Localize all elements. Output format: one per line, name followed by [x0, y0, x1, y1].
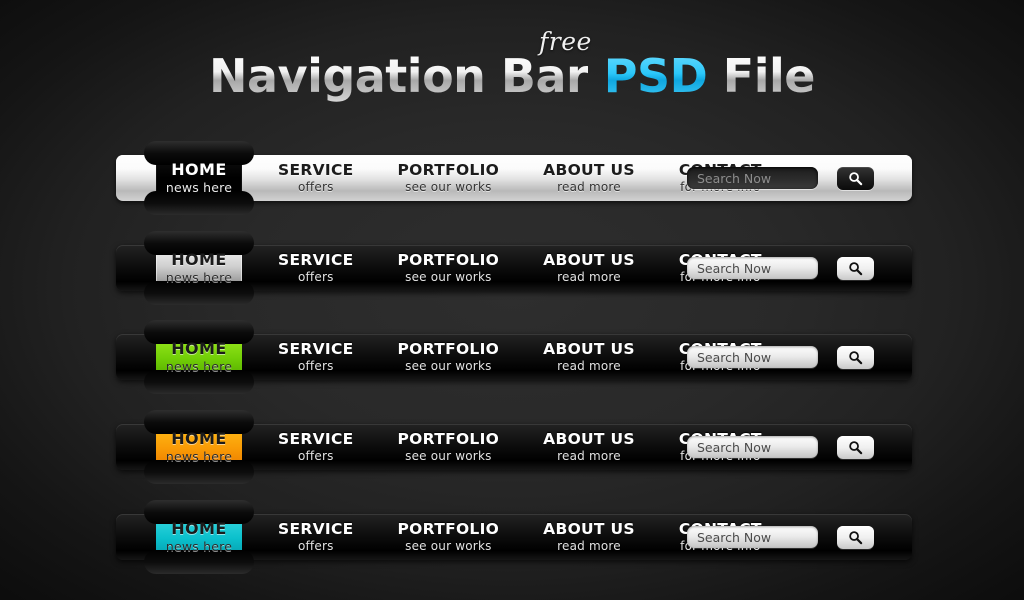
- search-button[interactable]: [837, 345, 874, 369]
- search-input[interactable]: [687, 526, 818, 548]
- menu-item-about-us[interactable]: ABOUT US read more: [521, 334, 657, 380]
- search-button[interactable]: [837, 525, 874, 549]
- sidebar-item-home-active[interactable]: HOME news here: [144, 320, 254, 394]
- search-area: [687, 514, 874, 560]
- menu-item-title: PORTFOLIO: [397, 250, 500, 269]
- menu-item-subtitle: offers: [297, 448, 334, 463]
- tab-home-title: HOME: [171, 249, 227, 269]
- menu-item-subtitle: offers: [297, 358, 334, 373]
- menu-item-subtitle: see our works: [405, 358, 492, 373]
- page-title-area: Navigation Bar PSD File free: [0, 27, 1024, 118]
- sidebar-item-home-active[interactable]: HOME news here: [144, 500, 254, 574]
- search-area: [687, 424, 874, 470]
- menu-item-title: ABOUT US: [543, 339, 635, 358]
- search-button[interactable]: [837, 256, 874, 280]
- search-input[interactable]: [687, 436, 818, 458]
- menu-item-title: ABOUT US: [543, 429, 635, 448]
- menu-item-portfolio[interactable]: PORTFOLIO see our works: [376, 424, 522, 470]
- title-main-part1: Navigation Bar: [209, 49, 589, 103]
- search-icon: [849, 530, 863, 544]
- navbar-dark-silver-tab[interactable]: HOME news here SERVICE offers PORTFOLIO …: [116, 231, 912, 305]
- tab-home-subtitle: news here: [165, 179, 233, 195]
- search-input[interactable]: [687, 257, 818, 279]
- menu-item-portfolio[interactable]: PORTFOLIO see our works: [376, 245, 522, 291]
- navbar-dark-orange-tab[interactable]: HOME news here SERVICE offers PORTFOLIO …: [116, 410, 912, 484]
- menu-item-about-us[interactable]: ABOUT US read more: [521, 245, 657, 291]
- menu-item-subtitle: offers: [297, 269, 334, 284]
- tab-home-subtitle: news here: [165, 358, 233, 374]
- menu-item-subtitle: read more: [557, 448, 621, 463]
- menu-item-title: SERVICE: [278, 429, 354, 448]
- search-input[interactable]: [687, 167, 818, 189]
- menu-item-subtitle: read more: [557, 358, 621, 373]
- tab-home-title: HOME: [171, 518, 227, 538]
- sidebar-item-home-active[interactable]: HOME news here: [144, 410, 254, 484]
- tab-home-title: HOME: [171, 159, 227, 179]
- menu-item-subtitle: see our works: [405, 179, 492, 194]
- menu-item-subtitle: read more: [557, 269, 621, 284]
- page-title: Navigation Bar PSD File free: [209, 27, 816, 104]
- menu-item-subtitle: see our works: [405, 538, 492, 553]
- menu-item-title: ABOUT US: [543, 519, 635, 538]
- menu-item-service[interactable]: SERVICE offers: [256, 155, 376, 201]
- menu-item-title: SERVICE: [278, 250, 354, 269]
- search-icon: [849, 350, 863, 364]
- title-accent-psd: PSD: [603, 49, 708, 103]
- menu-item-subtitle: see our works: [405, 448, 492, 463]
- sidebar-item-home-active[interactable]: HOME news here: [144, 141, 254, 215]
- menu-item-subtitle: see our works: [405, 269, 492, 284]
- menu-item-about-us[interactable]: ABOUT US read more: [521, 155, 657, 201]
- navbar-dark-cyan-tab[interactable]: HOME news here SERVICE offers PORTFOLIO …: [116, 500, 912, 574]
- search-area: [687, 334, 874, 380]
- menu-item-subtitle: read more: [557, 179, 621, 194]
- menu-item-portfolio[interactable]: PORTFOLIO see our works: [376, 514, 522, 560]
- tab-home-subtitle: news here: [165, 269, 233, 285]
- menu-item-title: SERVICE: [278, 519, 354, 538]
- navbar-dark-green-tab[interactable]: HOME news here SERVICE offers PORTFOLIO …: [116, 320, 912, 394]
- title-main-part2: File: [722, 49, 816, 103]
- search-icon: [849, 261, 863, 275]
- menu-item-service[interactable]: SERVICE offers: [256, 424, 376, 470]
- menu-item-subtitle: offers: [297, 538, 334, 553]
- menu-item-title: ABOUT US: [543, 160, 635, 179]
- title-free-label: free: [539, 27, 592, 56]
- menu-item-about-us[interactable]: ABOUT US read more: [521, 424, 657, 470]
- search-icon: [849, 171, 863, 185]
- search-button[interactable]: [837, 435, 874, 459]
- search-button[interactable]: [837, 166, 874, 190]
- search-input[interactable]: [687, 346, 818, 368]
- menu-item-title: SERVICE: [278, 160, 354, 179]
- tab-home-subtitle: news here: [165, 448, 233, 464]
- sidebar-item-home-active[interactable]: HOME news here: [144, 231, 254, 305]
- menu-item-subtitle: offers: [297, 179, 334, 194]
- menu-item-title: PORTFOLIO: [397, 429, 500, 448]
- menu-item-title: PORTFOLIO: [397, 339, 500, 358]
- tab-home-title: HOME: [171, 428, 227, 448]
- search-area: [687, 245, 874, 291]
- menu-item-title: PORTFOLIO: [397, 160, 500, 179]
- search-area: [687, 155, 874, 201]
- tab-home-subtitle: news here: [165, 538, 233, 554]
- navbar-light-black-tab[interactable]: HOME news here SERVICE offers PORTFOLIO …: [116, 141, 912, 215]
- menu-item-service[interactable]: SERVICE offers: [256, 334, 376, 380]
- menu-item-title: SERVICE: [278, 339, 354, 358]
- menu-item-portfolio[interactable]: PORTFOLIO see our works: [376, 155, 522, 201]
- menu-item-title: PORTFOLIO: [397, 519, 500, 538]
- menu-item-title: ABOUT US: [543, 250, 635, 269]
- menu-item-portfolio[interactable]: PORTFOLIO see our works: [376, 334, 522, 380]
- menu-item-service[interactable]: SERVICE offers: [256, 514, 376, 560]
- menu-item-about-us[interactable]: ABOUT US read more: [521, 514, 657, 560]
- tab-home-title: HOME: [171, 338, 227, 358]
- menu-item-service[interactable]: SERVICE offers: [256, 245, 376, 291]
- menu-item-subtitle: read more: [557, 538, 621, 553]
- search-icon: [849, 440, 863, 454]
